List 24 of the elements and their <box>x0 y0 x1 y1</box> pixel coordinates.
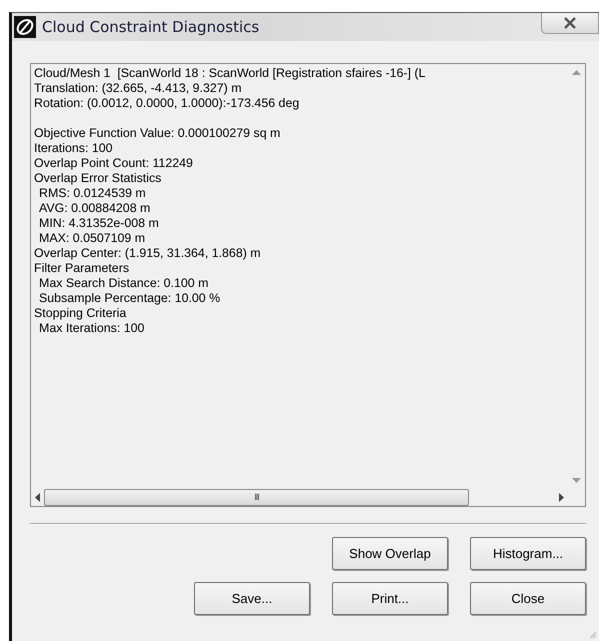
report-line: Filter Parameters <box>34 261 130 276</box>
report-line: Cloud/Mesh 1 [ScanWorld 18 : ScanWorld [Registration sfaires -16-] (L <box>34 66 426 81</box>
report-line: Stopping Criteria <box>34 306 126 321</box>
report-line: Overlap Error Statistics <box>34 171 162 186</box>
report-line: RMS: 0.0124539 m <box>38 186 146 201</box>
report-line: Overlap Point Count: 112249 <box>34 156 193 171</box>
report-line: MAX: 0.0507109 m <box>38 231 146 246</box>
dialog-button[interactable]: Save... <box>194 582 310 615</box>
report-line: AVG: 0.00884208 m <box>38 201 150 216</box>
report-line: Max Iterations: 100 <box>38 321 144 336</box>
report-line: Objective Function Value: 0.000100279 sq m <box>34 126 280 141</box>
report-line: Subsample Percentage: 10.00 % <box>38 291 220 306</box>
report-line: Max Search Distance: 0.100 m <box>38 276 208 291</box>
dialog-button[interactable]: Show Overlap <box>332 537 448 570</box>
dialog-button[interactable]: Histogram... <box>470 537 586 570</box>
dialog-button[interactable]: Close <box>470 582 586 615</box>
report-line: Iterations: 100 <box>34 141 113 156</box>
report-line: Translation: (32.665, -4.413, 9.327) m <box>34 81 242 96</box>
scroll-thumb[interactable]: III <box>44 489 469 506</box>
dialog-button[interactable]: Print... <box>332 582 448 615</box>
report-line: Overlap Center: (1.915, 31.364, 1.868) m <box>34 246 261 261</box>
window-title: Cloud Constraint Diagnostics <box>42 18 260 36</box>
report-line: Rotation: (0.0012, 0.0000, 1.0000):-173.456 deg <box>34 96 300 111</box>
report-line: MIN: 4.31352e-008 m <box>38 216 159 231</box>
